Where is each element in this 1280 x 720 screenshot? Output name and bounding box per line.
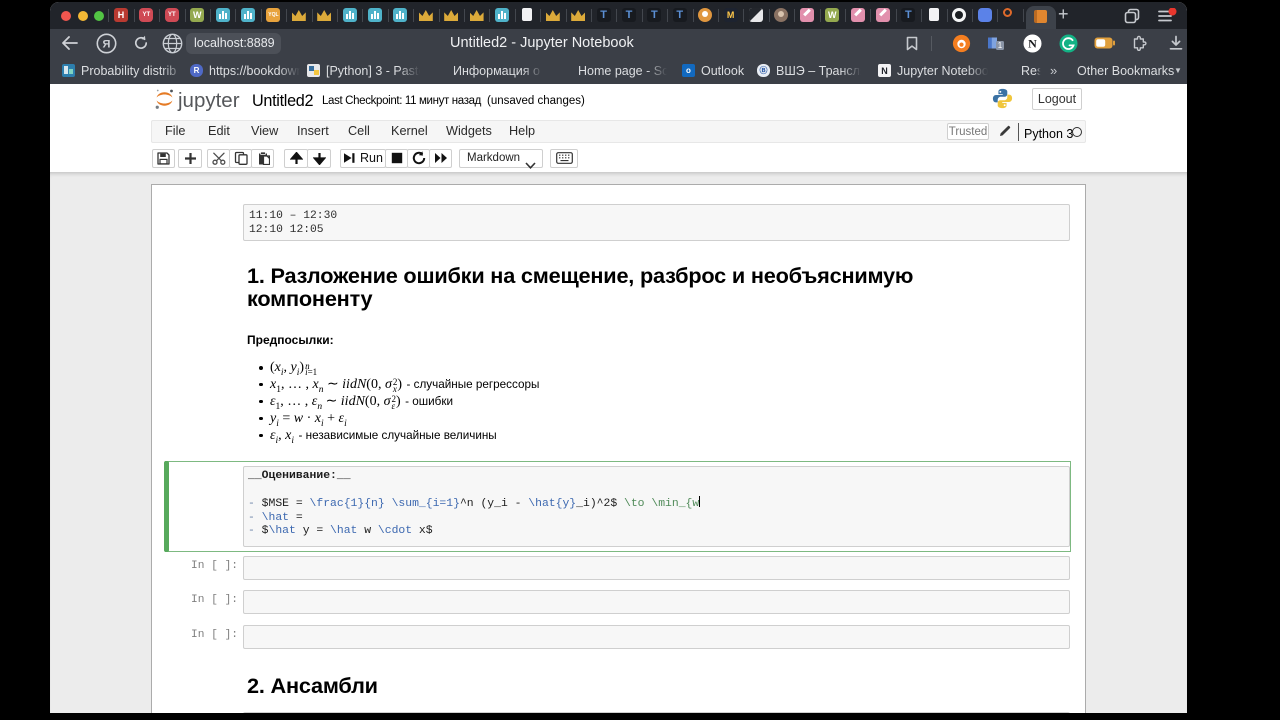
svg-text:1: 1 bbox=[998, 41, 1003, 50]
svg-text:N: N bbox=[1028, 36, 1037, 50]
svg-text:Я: Я bbox=[103, 38, 111, 50]
